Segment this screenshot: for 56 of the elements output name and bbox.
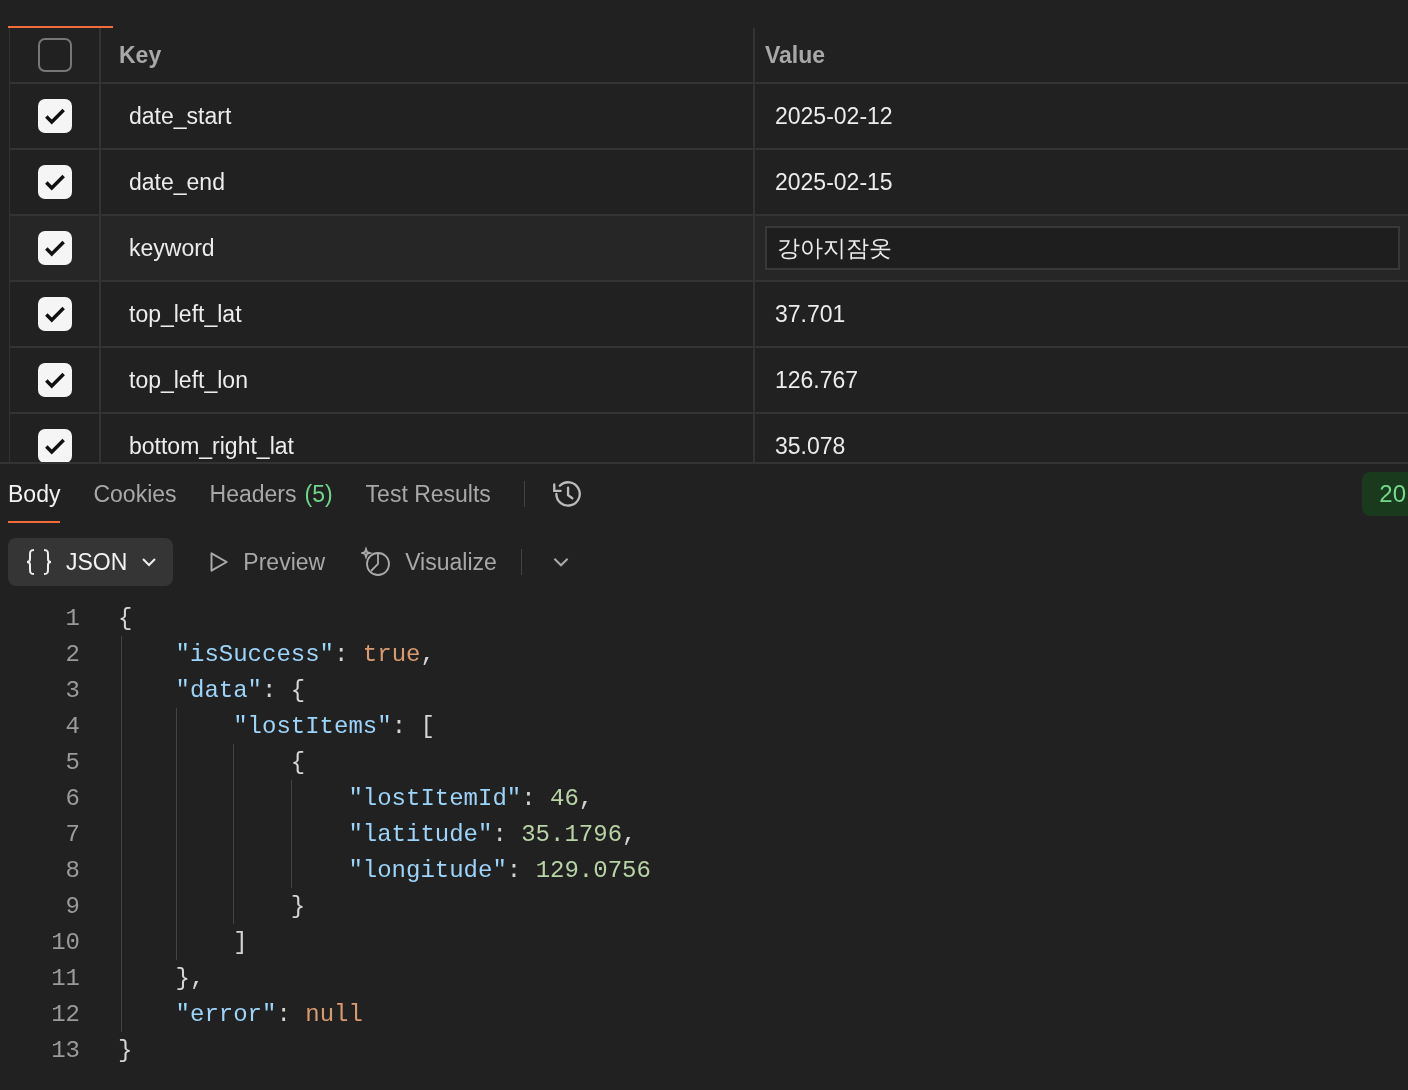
code-line: }, xyxy=(175,963,205,994)
line-number: 4 xyxy=(64,711,80,742)
param-value[interactable]: 37.701 xyxy=(765,300,846,328)
code-line: "lostItemId": 46, xyxy=(348,783,594,814)
select-all-checkbox[interactable] xyxy=(37,38,72,72)
code-line: "longitude": 129.0756 xyxy=(348,855,651,886)
param-value[interactable]: 2025-02-15 xyxy=(765,168,893,196)
response-tab[interactable]: Cookies xyxy=(93,465,177,523)
code-line: "data": { xyxy=(175,675,306,706)
response-tab[interactable]: Test Results xyxy=(365,465,491,523)
column-header: Key xyxy=(119,41,162,69)
status-badge: 20 xyxy=(1362,472,1408,516)
line-number: 9 xyxy=(64,891,80,922)
param-value[interactable]: 126.767 xyxy=(765,366,859,394)
braces-icon xyxy=(24,547,54,577)
checkbox[interactable] xyxy=(37,363,72,397)
preview-button[interactable]: Preview xyxy=(201,548,330,576)
param-key[interactable]: bottom_right_lat xyxy=(119,432,294,460)
checkbox[interactable] xyxy=(37,231,72,265)
checkbox[interactable] xyxy=(37,429,72,462)
value-input[interactable]: 강아지잠옷 xyxy=(765,226,1400,270)
line-number: 13 xyxy=(50,1035,80,1066)
code-line: ] xyxy=(233,927,248,958)
code-line: "error": null xyxy=(175,999,363,1030)
checkbox[interactable] xyxy=(37,165,72,199)
line-number: 7 xyxy=(64,819,80,850)
param-key[interactable]: date_end xyxy=(119,168,225,196)
line-number: 6 xyxy=(64,783,80,814)
response-tab[interactable]: Headers (5) xyxy=(209,465,333,523)
line-number: 3 xyxy=(64,675,80,706)
param-key[interactable]: date_start xyxy=(119,102,232,130)
code-line: { xyxy=(118,603,133,634)
response-tab[interactable]: Body xyxy=(8,465,61,523)
line-number: 8 xyxy=(64,855,80,886)
line-number: 12 xyxy=(50,999,80,1030)
code-line: "isSuccess": true, xyxy=(175,639,435,670)
column-header: Value xyxy=(765,41,826,69)
line-number: 2 xyxy=(64,639,80,670)
param-value[interactable]: 35.078 xyxy=(765,432,846,460)
code-line: "latitude": 35.1796, xyxy=(348,819,637,850)
param-key[interactable]: top_left_lat xyxy=(119,300,242,328)
line-number: 5 xyxy=(64,747,80,778)
code-line: } xyxy=(290,891,306,922)
visualize-button[interactable]: Visualize xyxy=(357,546,501,578)
param-value[interactable]: 2025-02-12 xyxy=(765,102,893,130)
line-number: 10 xyxy=(50,927,80,958)
param-key[interactable]: keyword xyxy=(119,234,215,262)
param-key[interactable]: top_left_lon xyxy=(119,366,248,394)
code-line: "lostItems": [ xyxy=(233,711,435,742)
checkbox[interactable] xyxy=(37,99,72,133)
line-number: 1 xyxy=(64,603,80,634)
checkbox[interactable] xyxy=(37,297,72,331)
code-line: { xyxy=(290,747,306,778)
line-number: 11 xyxy=(50,963,80,994)
format-dropdown[interactable]: JSON xyxy=(8,538,174,586)
code-line: } xyxy=(118,1035,133,1066)
